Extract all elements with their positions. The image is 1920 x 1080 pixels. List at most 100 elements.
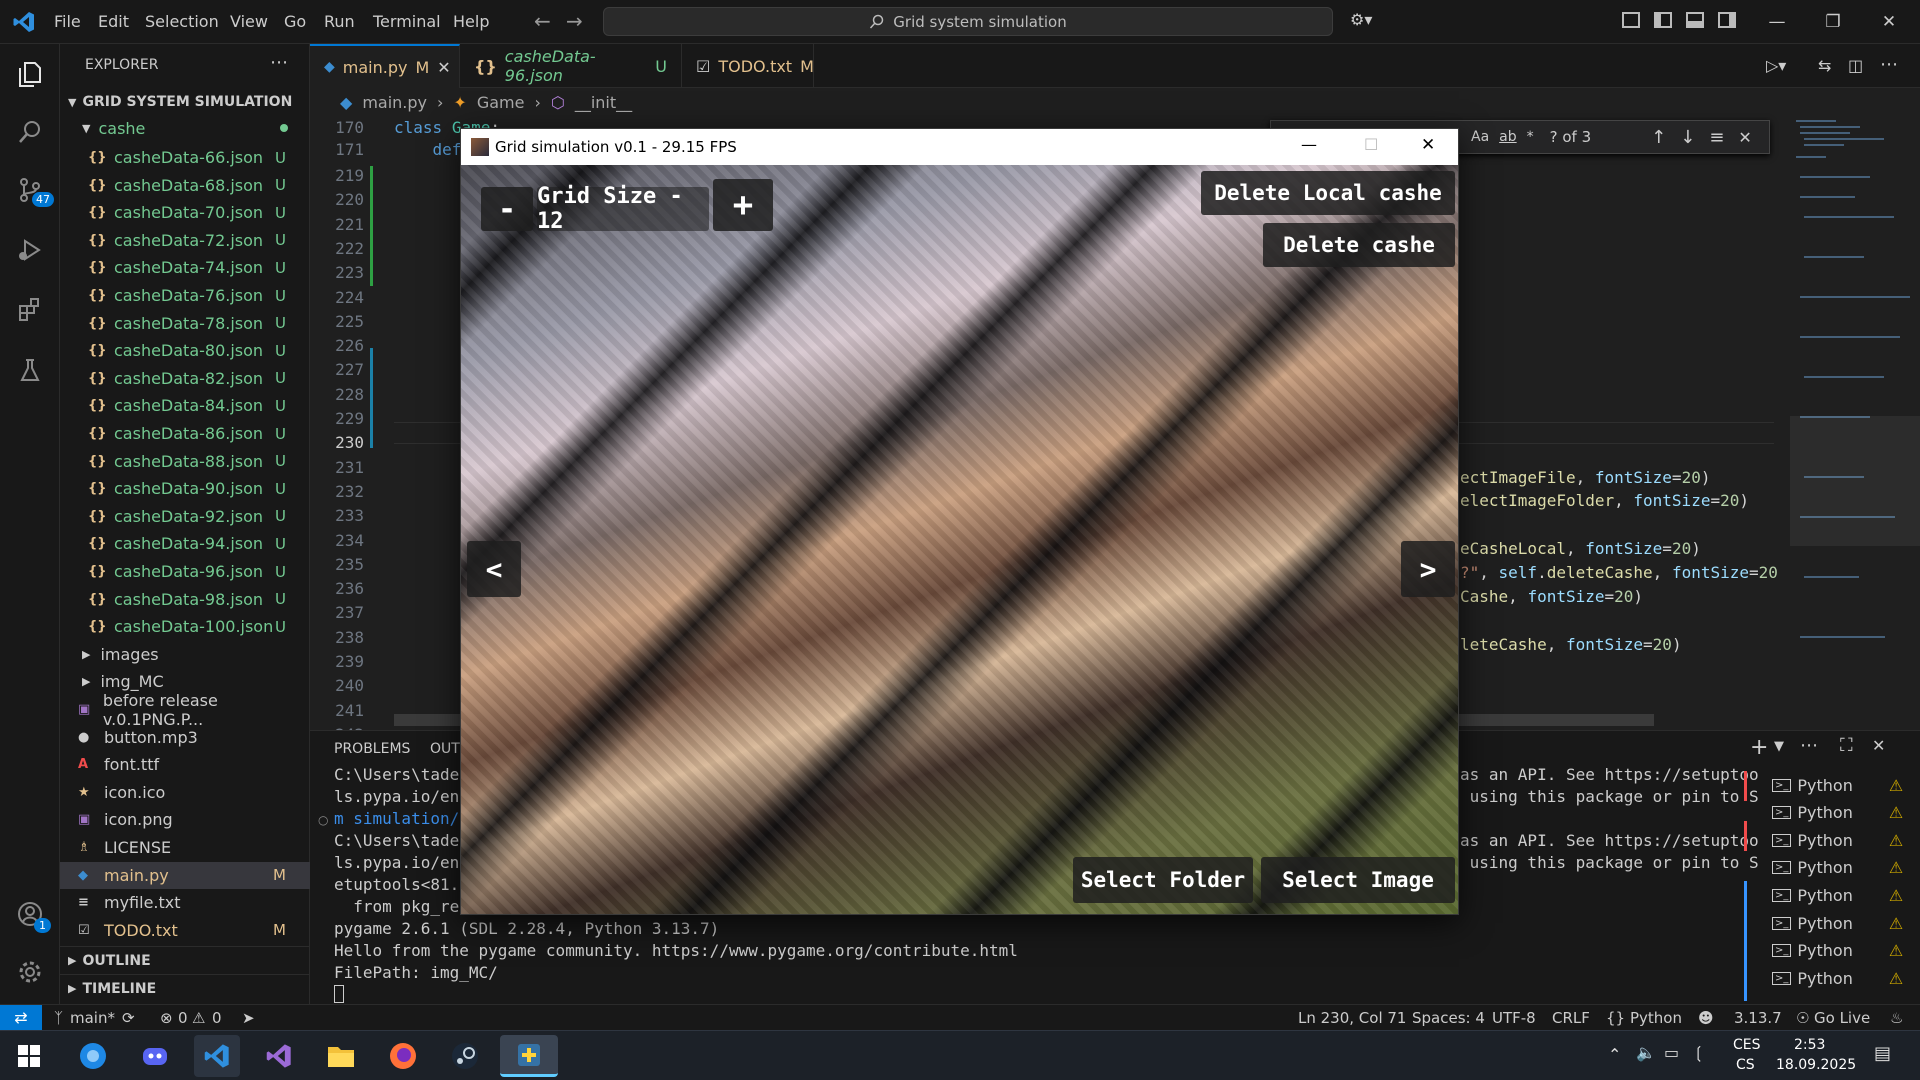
- discord-app-icon[interactable]: [132, 1035, 178, 1077]
- speaker-icon[interactable]: 🔈: [1636, 1043, 1656, 1062]
- extensions-icon[interactable]: [10, 290, 50, 330]
- encoding[interactable]: UTF-8: [1492, 1009, 1536, 1027]
- file-explorer-app-icon[interactable]: [318, 1035, 364, 1077]
- panel-more-icon[interactable]: ⋯: [1800, 735, 1818, 756]
- minimize-icon[interactable]: —: [1760, 8, 1794, 36]
- pygame-maximize-icon[interactable]: ☐: [1364, 135, 1378, 154]
- compare-icon[interactable]: ⇆: [1818, 56, 1831, 75]
- file-item[interactable]: {} casheData-74.json U: [60, 254, 310, 281]
- manage-gear-icon[interactable]: [10, 952, 50, 992]
- file-item[interactable]: {} casheData-76.json U: [60, 282, 310, 309]
- tab-output[interactable]: OUT: [430, 741, 460, 757]
- warning-count[interactable]: 0: [212, 1009, 222, 1027]
- terminal-instance[interactable]: >_ Python ⚠: [1772, 911, 1912, 935]
- folder-cashe[interactable]: ▼ cashe: [60, 116, 310, 140]
- select-image-button[interactable]: Select Image: [1261, 857, 1455, 903]
- breadcrumb-method[interactable]: __init__: [575, 93, 632, 112]
- outline-section[interactable]: ▶ OUTLINE: [60, 946, 310, 974]
- tab-todo[interactable]: ☑ TODO.txt M: [682, 44, 814, 88]
- terminal-instance[interactable]: >_ Python ⚠: [1772, 801, 1912, 825]
- close-icon[interactable]: ✕: [1872, 8, 1906, 36]
- vscode-app-icon[interactable]: [194, 1035, 240, 1077]
- grid-plus-button[interactable]: +: [713, 179, 773, 231]
- file-item[interactable]: {} casheData-78.json U: [60, 310, 310, 337]
- folder-item[interactable]: ▶ images: [60, 641, 310, 668]
- breadcrumb-class[interactable]: Game: [477, 93, 525, 112]
- notifications-bell-icon[interactable]: ♨: [1890, 1009, 1903, 1027]
- pygame-close-icon[interactable]: ✕: [1421, 135, 1435, 155]
- file-item[interactable]: {} casheData-68.json U: [60, 172, 310, 199]
- debug-icon[interactable]: ➤: [242, 1009, 255, 1027]
- go-live[interactable]: Go Live: [1814, 1009, 1870, 1027]
- tab-problems[interactable]: PROBLEMS: [334, 741, 410, 757]
- copilot-status-icon[interactable]: ☻: [1698, 1009, 1714, 1027]
- file-item[interactable]: ◆ main.py M: [60, 861, 310, 889]
- toggle-sidebar-icon[interactable]: [1654, 12, 1672, 28]
- forward-arrow-icon[interactable]: →: [566, 9, 583, 33]
- show-hidden-icons-icon[interactable]: ⌃: [1608, 1045, 1621, 1064]
- minimap[interactable]: [1790, 116, 1920, 728]
- file-item[interactable]: {} casheData-66.json U: [60, 144, 310, 171]
- chevron-down-icon[interactable]: ▼: [1774, 739, 1784, 754]
- terminal-instance[interactable]: >_ Python ⚠: [1772, 828, 1912, 852]
- editor-more-icon[interactable]: ⋯: [1880, 54, 1898, 75]
- menu-file[interactable]: File: [54, 12, 81, 31]
- file-item[interactable]: {} casheData-88.json U: [60, 448, 310, 475]
- previous-image-button[interactable]: <: [467, 541, 521, 597]
- tab-cashedata-96[interactable]: {} casheData-96.json U: [460, 44, 682, 88]
- windows-start-icon[interactable]: [6, 1035, 52, 1077]
- restore-icon[interactable]: ❐: [1816, 8, 1850, 36]
- find-in-selection-icon[interactable]: ≡: [1709, 127, 1724, 148]
- file-item[interactable]: {} casheData-100.json U: [60, 613, 310, 640]
- battery-icon[interactable]: ▭: [1664, 1043, 1679, 1062]
- command-center[interactable]: Grid system simulation: [603, 7, 1333, 36]
- testing-icon[interactable]: [10, 350, 50, 390]
- breadcrumb-file[interactable]: main.py: [362, 93, 427, 112]
- run-file-icon[interactable]: ▷▾: [1766, 56, 1786, 75]
- wifi-icon[interactable]: ❲: [1692, 1043, 1705, 1062]
- input-language[interactable]: CES: [1733, 1037, 1761, 1053]
- file-item[interactable]: {} casheData-94.json U: [60, 530, 310, 557]
- python-version[interactable]: 3.13.7: [1734, 1009, 1782, 1027]
- search-icon[interactable]: [10, 112, 50, 152]
- file-item[interactable]: ▣ before release v.0.1PNG.P...: [60, 691, 310, 729]
- cursor-position[interactable]: Ln 230, Col 71: [1298, 1009, 1406, 1027]
- source-control-icon[interactable]: 47: [10, 170, 54, 210]
- file-item[interactable]: {} casheData-82.json U: [60, 365, 310, 392]
- notifications-icon[interactable]: ▤: [1874, 1043, 1891, 1064]
- timeline-section[interactable]: ▶ TIMELINE: [60, 974, 310, 1002]
- menu-go[interactable]: Go: [284, 12, 306, 31]
- maximize-panel-icon[interactable]: ⛶: [1840, 735, 1853, 756]
- workspace-root[interactable]: ▼ GRID SYSTEM SIMULATION: [60, 90, 310, 114]
- new-terminal-icon[interactable]: +: [1750, 735, 1768, 760]
- line-ending[interactable]: CRLF: [1552, 1009, 1590, 1027]
- next-match-icon[interactable]: ↓: [1680, 127, 1695, 148]
- select-folder-button[interactable]: Select Folder: [1073, 857, 1253, 903]
- close-find-icon[interactable]: ✕: [1738, 128, 1751, 147]
- file-item[interactable]: {} casheData-98.json U: [60, 586, 310, 613]
- firefox-app-icon[interactable]: [380, 1035, 426, 1077]
- grid-minus-button[interactable]: -: [481, 187, 533, 231]
- clock-time[interactable]: 2:53: [1794, 1037, 1825, 1053]
- file-item[interactable]: ● button.mp3: [60, 724, 310, 751]
- sync-icon[interactable]: ⟳: [122, 1009, 135, 1027]
- file-item[interactable]: {} casheData-92.json U: [60, 503, 310, 530]
- back-arrow-icon[interactable]: ←: [534, 9, 551, 33]
- delete-cashe-button[interactable]: Delete cashe: [1263, 223, 1455, 267]
- pygame-minimize-icon[interactable]: —: [1301, 135, 1317, 154]
- split-editor-icon[interactable]: ◫: [1848, 56, 1863, 75]
- terminal-instance[interactable]: >_ Python ⚠: [1772, 939, 1912, 963]
- file-item[interactable]: ▣ icon.png: [60, 806, 310, 833]
- terminal-instance[interactable]: >_ Python ⚠: [1772, 883, 1912, 907]
- clock-date[interactable]: 18.09.2025: [1776, 1057, 1856, 1073]
- browser-app-icon[interactable]: [70, 1035, 116, 1077]
- whole-word-toggle[interactable]: ab: [1499, 129, 1516, 145]
- file-item[interactable]: ♗ LICENSE: [60, 834, 310, 861]
- run-debug-icon[interactable]: [10, 230, 50, 270]
- file-item[interactable]: {} casheData-72.json U: [60, 227, 310, 254]
- keyboard-layout[interactable]: CS: [1736, 1057, 1755, 1073]
- steam-app-icon[interactable]: [442, 1035, 488, 1077]
- pygame-app-icon[interactable]: [500, 1035, 558, 1077]
- error-count[interactable]: 0: [178, 1009, 188, 1027]
- close-tab-icon[interactable]: ✕: [437, 58, 450, 77]
